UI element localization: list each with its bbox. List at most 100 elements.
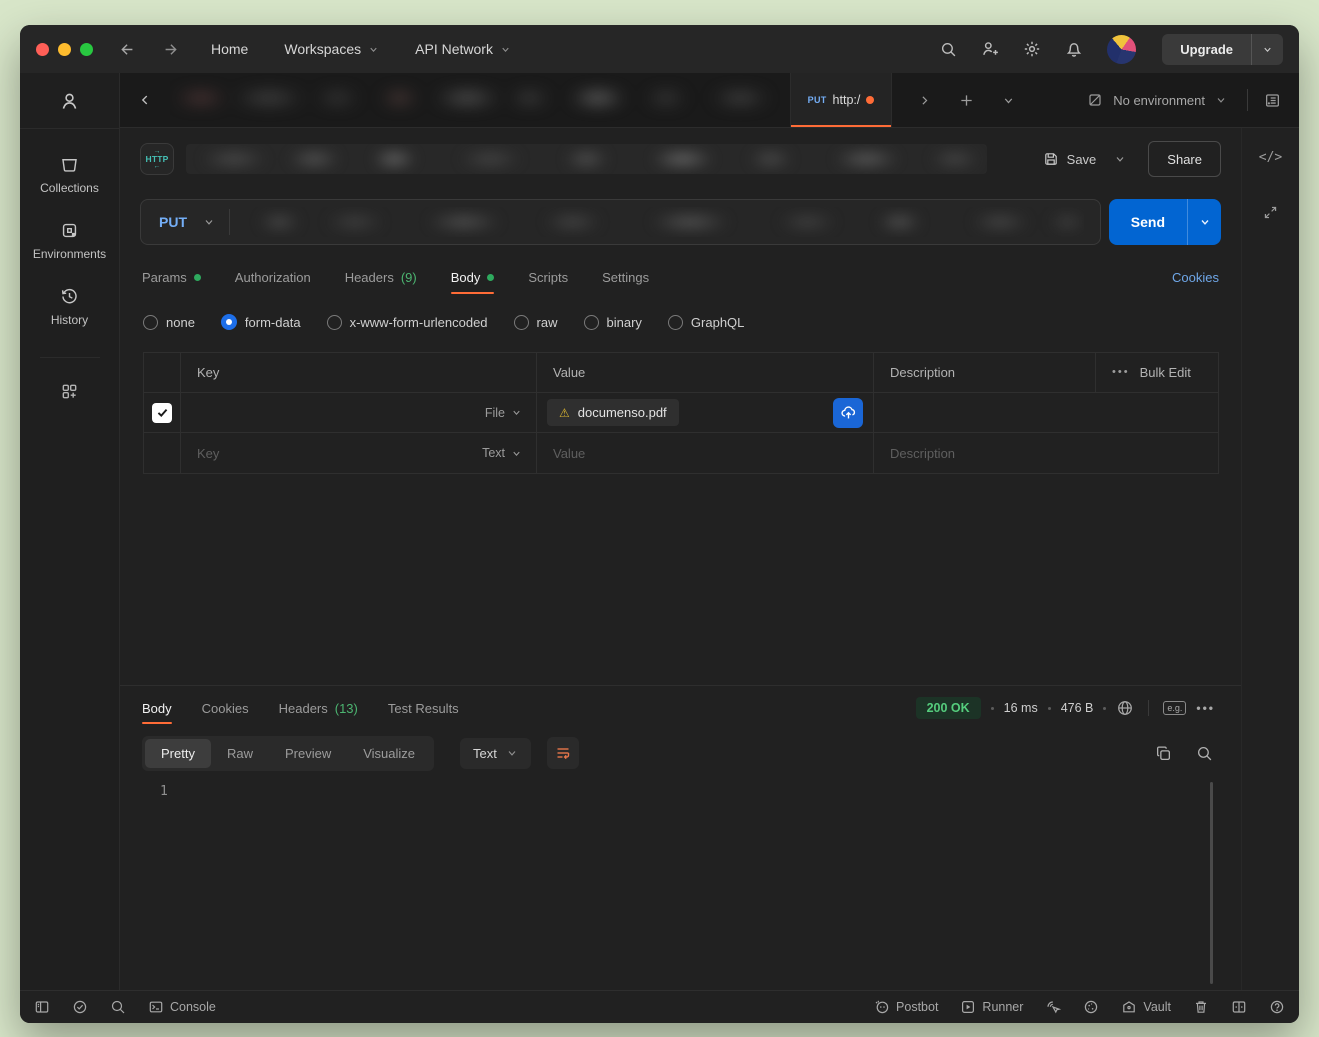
bulk-edit-link[interactable]: Bulk Edit bbox=[1140, 365, 1191, 380]
key-cell[interactable]: Key Text bbox=[181, 433, 537, 473]
share-button[interactable]: Share bbox=[1148, 141, 1221, 177]
view-visualize[interactable]: Visualize bbox=[347, 739, 431, 768]
upgrade-label[interactable]: Upgrade bbox=[1162, 34, 1251, 65]
value-cell[interactable]: Value bbox=[537, 433, 874, 473]
redacted-request-name[interactable] bbox=[186, 144, 987, 174]
response-size[interactable]: 476 B bbox=[1061, 701, 1094, 715]
notifications-bell-icon[interactable] bbox=[1065, 40, 1083, 58]
profile-icon[interactable] bbox=[59, 91, 80, 112]
response-time[interactable]: 16 ms bbox=[1004, 701, 1038, 715]
runner-button[interactable]: Runner bbox=[960, 999, 1023, 1015]
method-chevron-icon[interactable] bbox=[203, 216, 215, 228]
mode-x-www-form-urlencoded[interactable]: x-www-form-urlencoded bbox=[327, 315, 488, 330]
status-badge[interactable]: 200 OK bbox=[916, 697, 981, 719]
vertical-scrollbar[interactable] bbox=[1210, 782, 1213, 984]
collapse-sidebar-chevron-icon[interactable] bbox=[120, 73, 170, 127]
wrap-lines-button[interactable] bbox=[547, 737, 579, 769]
tab-response-headers[interactable]: Headers(13) bbox=[279, 686, 358, 730]
mode-none[interactable]: none bbox=[143, 315, 195, 330]
url-input[interactable]: PUT bbox=[140, 199, 1101, 245]
tab-headers[interactable]: Headers(9) bbox=[345, 254, 417, 300]
code-snippet-icon[interactable]: </> bbox=[1259, 150, 1282, 165]
tab-params[interactable]: Params bbox=[142, 254, 201, 300]
console-button[interactable]: Console bbox=[148, 999, 216, 1015]
save-options-chevron-icon[interactable] bbox=[1114, 153, 1126, 165]
vault-button[interactable]: Vault bbox=[1121, 999, 1171, 1015]
sidebar-item-environments[interactable]: Environments bbox=[33, 221, 106, 261]
save-label: Save bbox=[1067, 152, 1097, 167]
environment-selector[interactable]: No environment bbox=[1113, 93, 1205, 108]
file-chip[interactable]: ⚠ documenso.pdf bbox=[547, 399, 679, 426]
redacted-tabs[interactable] bbox=[170, 73, 790, 127]
nav-workspaces[interactable]: Workspaces bbox=[284, 41, 379, 57]
search-icon[interactable] bbox=[940, 41, 957, 58]
postbot-button[interactable]: Postbot bbox=[874, 999, 938, 1015]
expand-panel-icon[interactable] bbox=[1263, 205, 1278, 220]
view-preview[interactable]: Preview bbox=[269, 739, 347, 768]
tab-options-chevron-icon[interactable] bbox=[1002, 94, 1015, 107]
tab-response-body[interactable]: Body bbox=[142, 686, 172, 730]
invite-user-icon[interactable] bbox=[981, 40, 999, 58]
scroll-tabs-right-icon[interactable] bbox=[918, 94, 931, 107]
environment-quick-look-icon[interactable] bbox=[1264, 92, 1281, 109]
minimize-window-button[interactable] bbox=[58, 43, 71, 56]
upload-file-button[interactable] bbox=[833, 398, 863, 428]
description-cell[interactable]: Description bbox=[874, 433, 1218, 473]
environment-chevron-icon[interactable] bbox=[1215, 94, 1227, 106]
configure-sidebar-icon[interactable] bbox=[40, 357, 100, 401]
send-button[interactable]: Send bbox=[1109, 199, 1187, 245]
view-pretty[interactable]: Pretty bbox=[145, 739, 211, 768]
key-type-dropdown[interactable]: File bbox=[485, 406, 536, 420]
description-cell[interactable] bbox=[874, 393, 1218, 432]
value-cell[interactable]: ⚠ documenso.pdf bbox=[537, 393, 874, 432]
cookies-link[interactable]: Cookies bbox=[1172, 270, 1219, 285]
redacted-url[interactable] bbox=[246, 207, 1084, 237]
api-health-check-icon[interactable] bbox=[72, 999, 88, 1015]
close-window-button[interactable] bbox=[36, 43, 49, 56]
tab-scripts[interactable]: Scripts bbox=[528, 254, 568, 300]
tab-test-results[interactable]: Test Results bbox=[388, 686, 459, 730]
maximize-window-button[interactable] bbox=[80, 43, 93, 56]
tab-settings[interactable]: Settings bbox=[602, 254, 649, 300]
mode-form-data[interactable]: form-data bbox=[221, 314, 301, 330]
key-type-dropdown[interactable]: Text bbox=[482, 446, 536, 460]
response-format-dropdown[interactable]: Text bbox=[460, 738, 531, 769]
upgrade-chevron-icon[interactable] bbox=[1251, 34, 1283, 65]
capture-requests-icon[interactable] bbox=[1045, 999, 1061, 1015]
row-checkbox-checked[interactable] bbox=[152, 403, 172, 423]
active-request-tab[interactable]: PUT http:/ bbox=[790, 73, 892, 127]
forward-icon[interactable] bbox=[164, 41, 181, 58]
search-response-icon[interactable] bbox=[1196, 745, 1213, 762]
sidebar-item-collections[interactable]: Collections bbox=[40, 155, 99, 195]
split-pane-icon[interactable] bbox=[1231, 999, 1247, 1015]
settings-gear-icon[interactable] bbox=[1023, 40, 1041, 58]
new-tab-plus-icon[interactable] bbox=[959, 93, 974, 108]
toggle-sidebar-icon[interactable] bbox=[34, 999, 50, 1015]
key-cell[interactable]: File bbox=[181, 393, 537, 432]
help-icon[interactable] bbox=[1269, 999, 1285, 1015]
method-selector[interactable]: PUT bbox=[141, 214, 203, 230]
back-icon[interactable] bbox=[117, 41, 134, 58]
save-as-example-icon[interactable]: e.g. bbox=[1163, 701, 1186, 715]
tab-authorization[interactable]: Authorization bbox=[235, 254, 311, 300]
send-options-chevron-icon[interactable] bbox=[1187, 199, 1221, 245]
find-icon[interactable] bbox=[110, 999, 126, 1015]
more-options-icon[interactable]: ••• bbox=[1112, 367, 1130, 378]
response-more-options-icon[interactable]: ••• bbox=[1196, 701, 1215, 715]
save-button[interactable]: Save bbox=[1043, 151, 1127, 167]
copy-response-icon[interactable] bbox=[1155, 745, 1172, 762]
mode-binary[interactable]: binary bbox=[584, 315, 642, 330]
tab-body[interactable]: Body bbox=[451, 254, 495, 300]
response-body-editor[interactable]: 1 bbox=[120, 776, 1241, 990]
mode-graphql[interactable]: GraphQL bbox=[668, 315, 744, 330]
network-globe-icon[interactable] bbox=[1116, 699, 1134, 717]
view-raw[interactable]: Raw bbox=[211, 739, 269, 768]
user-avatar[interactable] bbox=[1107, 35, 1136, 64]
cookies-icon[interactable] bbox=[1083, 999, 1099, 1015]
tab-response-cookies[interactable]: Cookies bbox=[202, 686, 249, 730]
sidebar-item-history[interactable]: History bbox=[51, 287, 88, 327]
mode-raw[interactable]: raw bbox=[514, 315, 558, 330]
nav-home[interactable]: Home bbox=[211, 41, 248, 57]
trash-icon[interactable] bbox=[1193, 999, 1209, 1015]
nav-api-network[interactable]: API Network bbox=[415, 41, 511, 57]
